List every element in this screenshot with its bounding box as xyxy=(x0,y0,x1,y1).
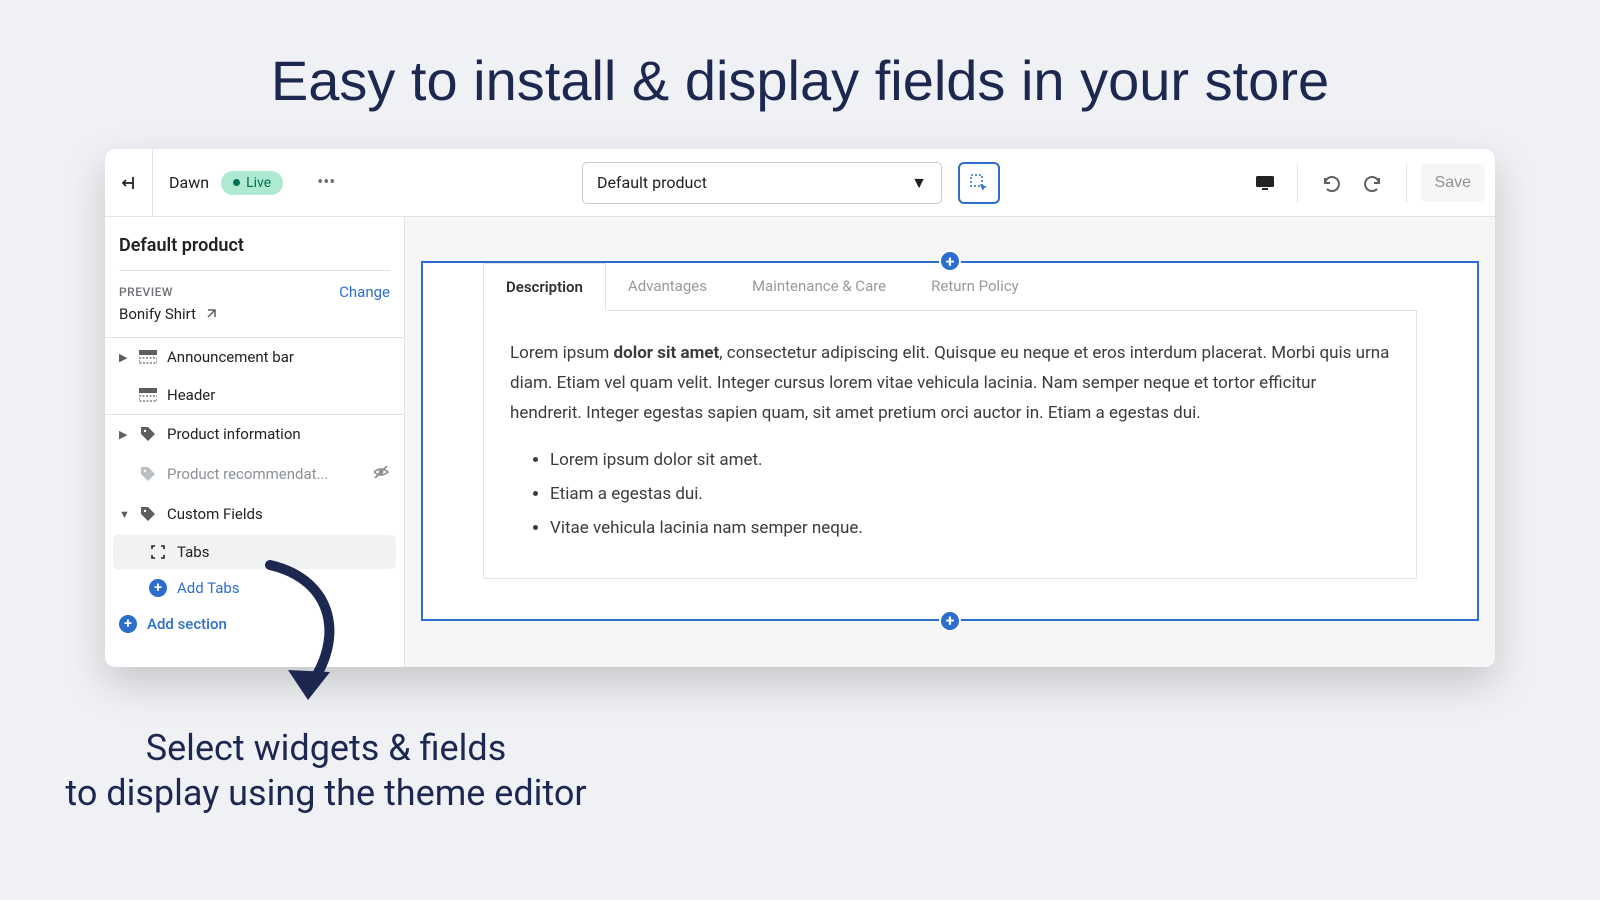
desktop-viewport-button[interactable] xyxy=(1247,165,1283,201)
redo-button[interactable] xyxy=(1356,165,1392,201)
body-text: Lorem ipsum xyxy=(510,343,614,363)
undo-button[interactable] xyxy=(1312,165,1348,201)
preview-canvas: Tabs + + Description Advantages Maintena… xyxy=(405,217,1495,667)
annotation-caption: Select widgets & fields to display using… xyxy=(46,646,606,816)
bullet-item: Etiam a egestas dui. xyxy=(550,480,1390,510)
section-label: Header xyxy=(167,386,215,404)
chevron-right-icon: ▶ xyxy=(119,351,129,364)
desktop-icon xyxy=(1254,173,1276,193)
tag-icon xyxy=(139,505,157,523)
inspector-icon xyxy=(968,172,990,194)
section-label: Custom Fields xyxy=(167,505,263,523)
add-tabs-button[interactable]: + Add Tabs xyxy=(105,571,404,605)
add-tabs-label: Add Tabs xyxy=(177,579,240,597)
annotation-line: Select widgets & fields xyxy=(146,727,507,769)
template-select[interactable]: Default product ▼ xyxy=(582,162,942,204)
theme-editor-window: Dawn Live ••• Default product ▼ xyxy=(105,149,1495,667)
redo-icon xyxy=(1363,172,1385,194)
selected-block-outline[interactable]: + + Description Advantages Maintenance &… xyxy=(421,261,1479,621)
preview-label: PREVIEW xyxy=(119,285,173,299)
save-button[interactable]: Save xyxy=(1421,164,1485,202)
theme-name: Dawn xyxy=(169,173,209,192)
back-arrow-icon xyxy=(119,173,139,193)
section-label: Product information xyxy=(167,425,301,443)
add-block-below-button[interactable]: + xyxy=(939,610,961,632)
chevron-right-icon: ▶ xyxy=(119,428,129,441)
undo-icon xyxy=(1319,172,1341,194)
tab-description[interactable]: Description xyxy=(483,263,606,311)
chevron-down-icon: ▼ xyxy=(911,173,927,193)
tabs-widget: Description Advantages Maintenance & Car… xyxy=(483,263,1417,579)
section-header-icon xyxy=(139,386,157,404)
add-section-button[interactable]: + Add section xyxy=(105,605,404,643)
section-product-information[interactable]: ▶ Product information xyxy=(105,415,404,453)
sidebar: Default product PREVIEW Change Bonify Sh… xyxy=(105,217,405,667)
more-button[interactable]: ••• xyxy=(317,172,335,193)
section-header[interactable]: Header xyxy=(105,376,404,415)
section-announcement-bar[interactable]: ▶ Announcement bar xyxy=(105,337,404,376)
section-label: Announcement bar xyxy=(167,348,294,366)
change-preview-link[interactable]: Change xyxy=(339,283,390,301)
template-selected-value: Default product xyxy=(597,173,707,192)
tab-maintenance[interactable]: Maintenance & Care xyxy=(730,263,909,310)
add-block-above-button[interactable]: + xyxy=(939,250,961,272)
live-label: Live xyxy=(246,175,271,191)
tag-icon xyxy=(139,465,157,483)
annotation-line: to display using the theme editor xyxy=(65,772,586,814)
preview-product-link[interactable]: Bonify Shirt xyxy=(105,301,404,337)
bullet-item: Vitae vehicula lacinia nam semper neque. xyxy=(550,514,1390,544)
block-label: Tabs xyxy=(177,543,209,561)
marketing-headline: Easy to install & display fields in your… xyxy=(0,0,1600,149)
plus-circle-icon: + xyxy=(119,615,137,633)
fullscreen-icon xyxy=(149,543,167,561)
plus-circle-icon: + xyxy=(149,579,167,597)
section-product-recommendations[interactable]: Product recommendat... xyxy=(105,453,404,495)
block-tabs[interactable]: Tabs xyxy=(113,535,396,569)
external-link-icon xyxy=(204,308,217,321)
tab-advantages[interactable]: Advantages xyxy=(606,263,730,310)
preview-product-name: Bonify Shirt xyxy=(119,305,196,323)
add-section-label: Add section xyxy=(147,615,227,633)
status-dot-icon xyxy=(233,179,240,186)
sidebar-title: Default product xyxy=(105,235,404,270)
section-custom-fields[interactable]: ▼ Custom Fields xyxy=(105,495,404,533)
section-bar-icon xyxy=(139,348,157,366)
tab-content: Lorem ipsum dolor sit amet, consectetur … xyxy=(483,311,1417,579)
bullet-item: Lorem ipsum dolor sit amet. xyxy=(550,446,1390,476)
tab-return-policy[interactable]: Return Policy xyxy=(909,263,1042,310)
tag-icon xyxy=(139,425,157,443)
body-text-bold: dolor sit amet xyxy=(614,343,720,363)
live-badge: Live xyxy=(221,171,283,195)
topbar: Dawn Live ••• Default product ▼ xyxy=(105,149,1495,217)
inspector-button[interactable] xyxy=(958,162,1000,204)
section-label: Product recommendat... xyxy=(167,465,328,483)
back-button[interactable] xyxy=(105,149,153,217)
chevron-down-icon: ▼ xyxy=(119,508,129,521)
hidden-icon xyxy=(372,463,390,485)
